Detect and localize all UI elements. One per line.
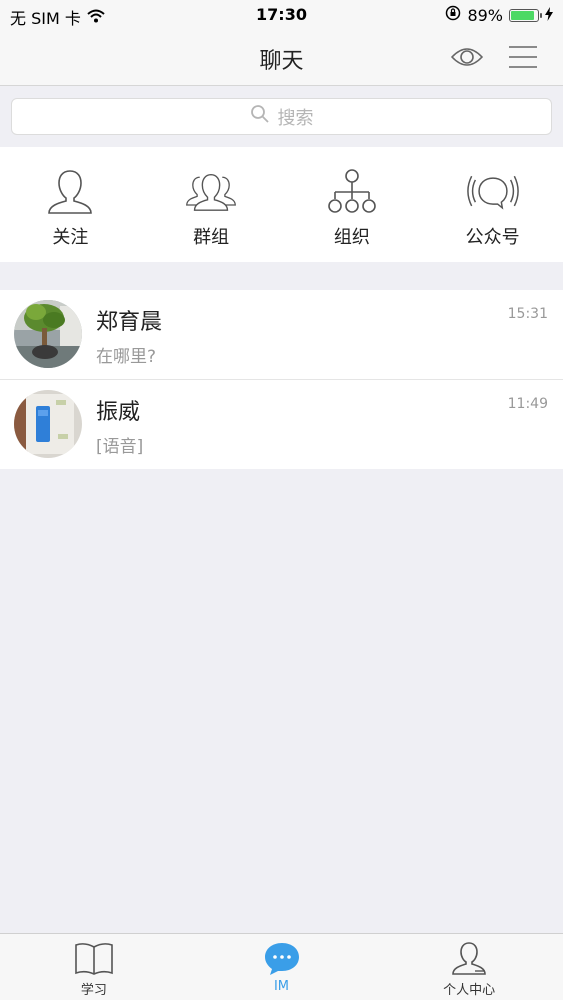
chat-list-item[interactable]: 郑育晨 在哪里? 15:31: [0, 290, 563, 379]
chat-time: 15:31: [507, 306, 548, 322]
user-icon: [452, 942, 486, 975]
chat-time: 11:49: [507, 396, 548, 412]
quick-action-label: 关注: [52, 227, 89, 248]
group-icon: [186, 173, 237, 211]
tab-im[interactable]: IM: [188, 934, 376, 1000]
quick-action-label: 群组: [193, 227, 230, 248]
chat-preview: [语音]: [96, 437, 144, 457]
book-icon: [75, 943, 113, 975]
status-bar: 无 SIM 卡 17:30 89%: [0, 0, 563, 30]
chat-preview: 在哪里?: [96, 347, 157, 367]
quick-action-official-accounts[interactable]: 公众号: [422, 147, 563, 262]
tab-label: 个人中心: [443, 983, 496, 998]
status-right: 89%: [445, 5, 553, 25]
quick-action-groups[interactable]: 群组: [141, 147, 282, 262]
hamburger-menu-icon[interactable]: [504, 40, 542, 74]
chat-list-item[interactable]: 振威 [语音] 11:49: [0, 379, 563, 469]
tab-label: IM: [273, 979, 290, 994]
quick-actions: 关注 群组 组织 公众号: [0, 147, 563, 262]
tab-study[interactable]: 学习: [0, 934, 188, 1000]
chat-name: 振威: [96, 400, 141, 425]
org-tree-icon: [328, 169, 376, 213]
eye-icon[interactable]: [448, 40, 486, 74]
tab-label: 学习: [80, 983, 107, 998]
battery-icon: [509, 8, 542, 22]
tab-bar: 学习 IM 个人中心: [0, 933, 563, 1000]
search-input[interactable]: 搜索: [11, 98, 552, 135]
chat-bubble-icon: [264, 943, 299, 975]
tab-profile[interactable]: 个人中心: [375, 934, 563, 1000]
quick-action-label: 公众号: [465, 227, 520, 248]
chat-list: 郑育晨 在哪里? 15:31 振威 [语音] 11:49: [0, 290, 563, 469]
quick-action-follow[interactable]: 关注: [0, 147, 141, 262]
search-section: 搜索: [0, 87, 563, 147]
avatar: [14, 300, 82, 368]
broadcast-icon: [466, 175, 519, 210]
battery-percent: 89%: [467, 5, 503, 25]
charging-icon: [545, 6, 553, 25]
rotation-lock-icon: [445, 5, 461, 25]
chat-name: 郑育晨: [96, 310, 163, 335]
person-icon: [48, 170, 93, 214]
quick-action-label: 组织: [333, 227, 370, 248]
quick-action-organization[interactable]: 组织: [282, 147, 423, 262]
avatar: [14, 390, 82, 458]
search-placeholder: 搜索: [277, 107, 314, 129]
search-icon: [250, 104, 270, 129]
battery-level-fill: [511, 10, 534, 20]
nav-bar: 聊天: [0, 30, 563, 86]
